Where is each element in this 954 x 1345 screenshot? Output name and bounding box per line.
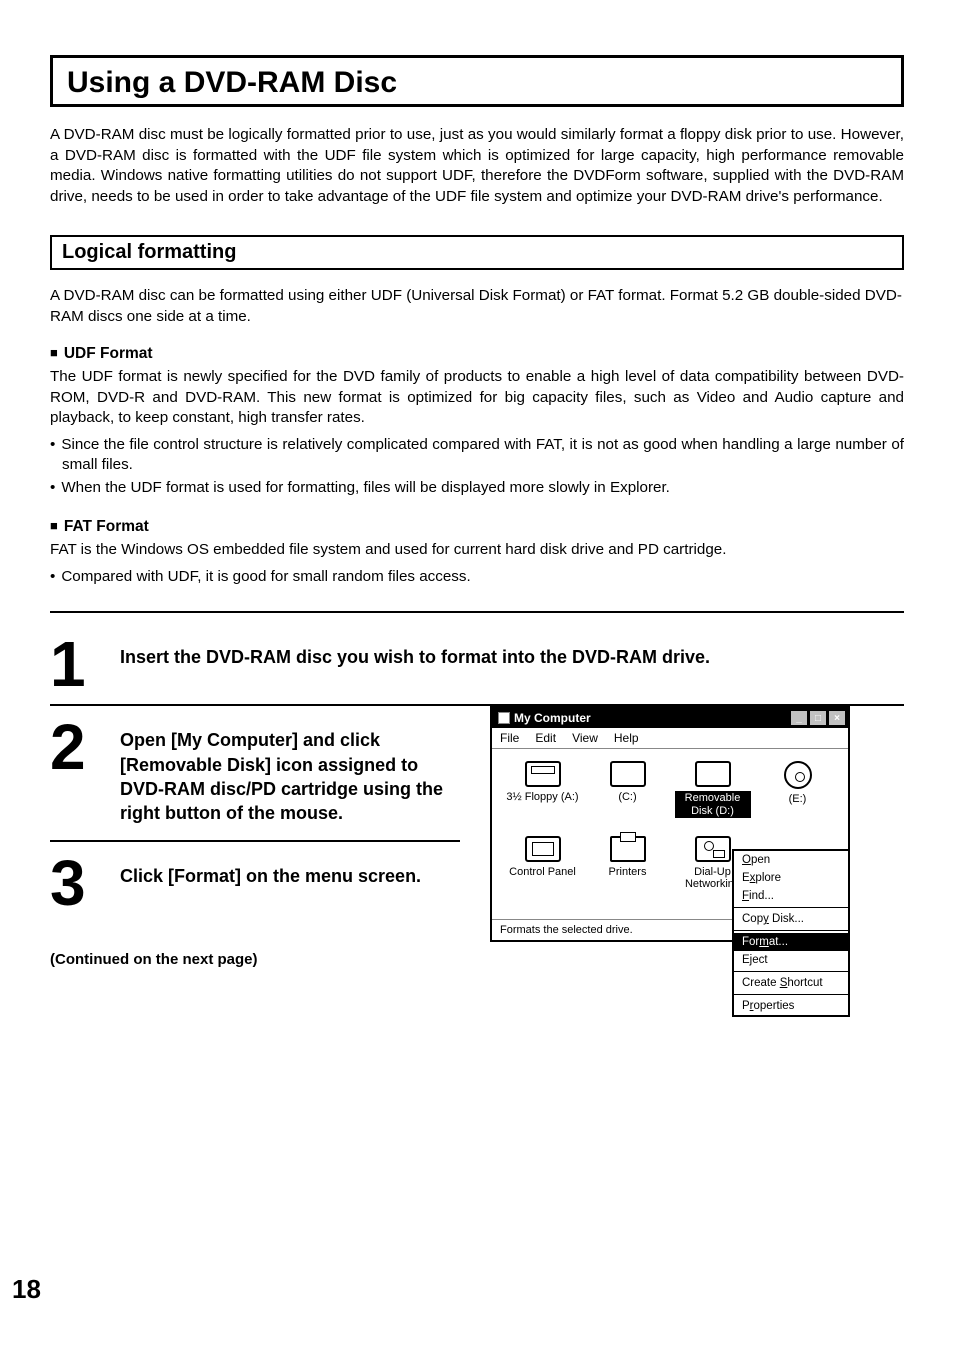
window-body: 3½ Floppy (A:) (C:) Removable Disk (D:) … [492, 749, 848, 919]
section-intro: A DVD-RAM disc can be formatted using ei… [50, 286, 904, 327]
my-computer-window: My Computer _ □ × File Edit View Help 3½… [490, 706, 850, 942]
menu-item-explore[interactable]: Explore [734, 869, 848, 887]
page-number: 18 [12, 1274, 41, 1305]
udf-block: ■UDF Format The UDF format is newly spec… [50, 345, 904, 498]
maximize-button[interactable]: □ [809, 710, 827, 726]
divider [50, 611, 904, 613]
printers-label: Printers [609, 866, 647, 878]
udf-bullets: Since the file control structure is rela… [50, 435, 904, 499]
step-3: 3 Click [Format] on the menu screen. [50, 842, 460, 923]
udf-bullet-1: Since the file control structure is rela… [50, 435, 904, 476]
printers-folder[interactable]: Printers [590, 836, 666, 890]
removable-disk-icon [695, 761, 731, 787]
continued-note: (Continued on the next page) [50, 951, 460, 968]
drive-c[interactable]: (C:) [590, 761, 666, 817]
hdd-icon [610, 761, 646, 787]
drive-removable-label: Removable Disk (D:) [675, 791, 751, 817]
menu-help[interactable]: Help [614, 731, 639, 745]
control-panel-icon [525, 836, 561, 862]
udf-heading-text: UDF Format [64, 345, 153, 362]
close-button[interactable]: × [828, 710, 846, 726]
drive-e[interactable]: (E:) [760, 761, 836, 817]
step-2-text: Open [My Computer] and click [Removable … [120, 718, 460, 825]
fat-body: FAT is the Windows OS embedded file syst… [50, 540, 904, 561]
page-title: Using a DVD-RAM Disc [50, 55, 904, 107]
step-1-number: 1 [50, 635, 96, 690]
menu-item-create-shortcut[interactable]: Create Shortcut [734, 974, 848, 992]
menu-file[interactable]: File [500, 731, 519, 745]
step-3-text: Click [Format] on the menu screen. [120, 854, 460, 888]
fat-heading-text: FAT Format [64, 518, 149, 535]
floppy-icon [525, 761, 561, 787]
cdrom-icon [784, 761, 812, 789]
window-title: My Computer [514, 711, 591, 725]
menu-item-find[interactable]: Find... [734, 887, 848, 905]
window-titlebar[interactable]: My Computer _ □ × [492, 708, 848, 728]
fat-bullets: Compared with UDF, it is good for small … [50, 567, 904, 588]
dialup-icon [695, 836, 731, 862]
fat-heading: ■FAT Format [50, 518, 904, 536]
udf-heading: ■UDF Format [50, 345, 904, 363]
section-heading-logical-formatting: Logical formatting [50, 235, 904, 270]
menu-item-properties[interactable]: Properties [734, 997, 848, 1015]
udf-bullet-2: When the UDF format is used for formatti… [50, 478, 904, 499]
drive-c-label: (C:) [618, 791, 636, 803]
menu-item-copy-disk[interactable]: Copy Disk... [734, 910, 848, 928]
drive-floppy-label: 3½ Floppy (A:) [506, 791, 578, 803]
menubar[interactable]: File Edit View Help [492, 728, 848, 749]
drive-removable-d[interactable]: Removable Disk (D:) [675, 761, 751, 817]
step-1: 1 Insert the DVD-RAM disc you wish to fo… [50, 623, 904, 706]
fat-block: ■FAT Format FAT is the Windows OS embedd… [50, 518, 904, 587]
menu-item-open[interactable]: Open [734, 851, 848, 869]
menu-item-eject[interactable]: Eject [734, 951, 848, 969]
step-3-number: 3 [50, 854, 96, 909]
step-1-text: Insert the DVD-RAM disc you wish to form… [120, 635, 904, 669]
printers-icon [610, 836, 646, 862]
drive-floppy-a[interactable]: 3½ Floppy (A:) [505, 761, 581, 817]
menu-item-format[interactable]: Format... [734, 933, 848, 951]
context-menu[interactable]: Open Explore Find... Copy Disk... Format… [732, 849, 850, 1017]
drive-e-label: (E:) [789, 793, 807, 805]
system-menu-icon[interactable] [498, 712, 510, 724]
control-panel-label: Control Panel [509, 866, 576, 878]
udf-body: The UDF format is newly specified for th… [50, 367, 904, 429]
menu-view[interactable]: View [572, 731, 598, 745]
intro-text: A DVD-RAM disc must be logically formatt… [50, 125, 904, 207]
control-panel[interactable]: Control Panel [505, 836, 581, 890]
minimize-button[interactable]: _ [790, 710, 808, 726]
menu-edit[interactable]: Edit [535, 731, 556, 745]
fat-bullet-1: Compared with UDF, it is good for small … [50, 567, 904, 588]
step-2-number: 2 [50, 718, 96, 773]
step-2: 2 Open [My Computer] and click [Removabl… [50, 706, 460, 841]
